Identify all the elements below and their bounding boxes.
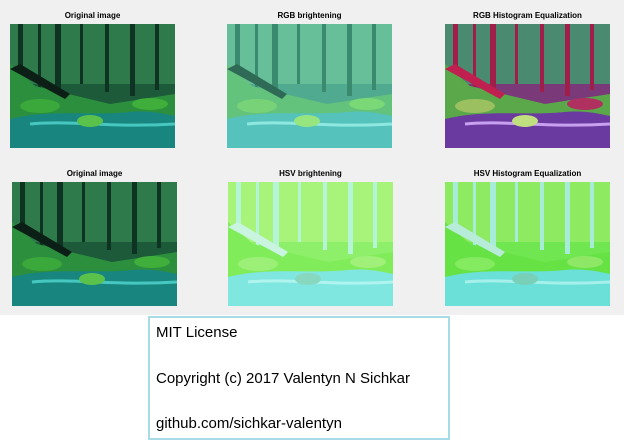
panel-rgb-histogram-equalization: RGB Histogram Equalization	[445, 11, 610, 148]
panel-title-hsv-brightening: HSV brightening	[279, 169, 342, 178]
copyright-text: Copyright (c) 2017 Valentyn N Sichkar	[156, 370, 411, 387]
forest-image-hsv-histeq	[445, 182, 610, 306]
forest-image-hsv-brightening	[228, 182, 393, 306]
panel-original-image-1: Original image	[10, 11, 175, 148]
panel-title-original-2: Original image	[66, 169, 123, 178]
forest-image-rgb-histeq	[445, 24, 610, 148]
panel-title-hsv-histeq: HSV Histogram Equalization	[473, 169, 582, 178]
license-box: MIT License Copyright (c) 2017 Valentyn …	[148, 316, 450, 440]
panel-rgb-brightening: RGB brightening	[227, 11, 392, 148]
panel-title-rgb-brightening: RGB brightening	[277, 11, 342, 20]
forest-image-rgb-brightening	[227, 24, 392, 148]
panel-hsv-brightening: HSV brightening	[228, 169, 393, 306]
panel-title-rgb-histeq: RGB Histogram Equalization	[473, 11, 582, 20]
panel-hsv-histogram-equalization: HSV Histogram Equalization	[445, 169, 610, 306]
forest-image-original-2	[12, 182, 177, 306]
license-title: MIT License	[156, 324, 238, 341]
panel-title-original-1: Original image	[64, 11, 121, 20]
forest-image-original-1	[10, 24, 175, 148]
figure-window: Original image RGB brightening RGB Histo…	[0, 0, 624, 315]
github-link-text: github.com/sichkar-valentyn	[156, 415, 342, 432]
panel-original-image-2: Original image	[12, 169, 177, 306]
